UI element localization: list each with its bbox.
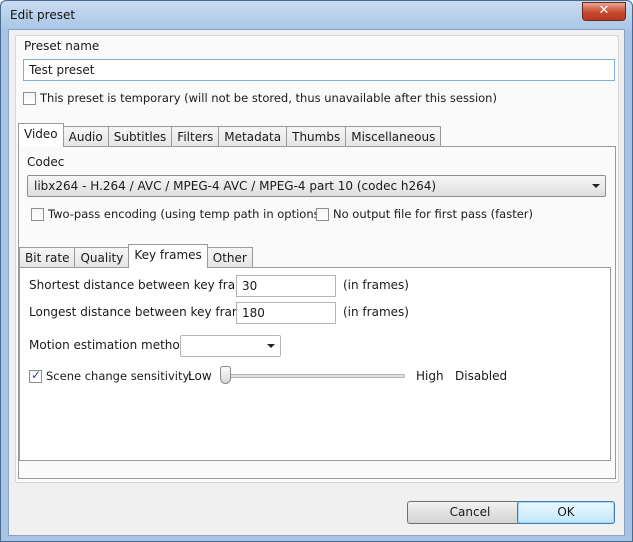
window-title: Edit preset	[10, 8, 76, 22]
preset-name-input[interactable]: Test preset	[23, 59, 615, 81]
scene-sensitivity-slider-thumb[interactable]	[220, 366, 231, 384]
cancel-button[interactable]: Cancel	[407, 501, 533, 524]
sub-tab-strip: Bit rate Quality Key frames Other	[19, 244, 253, 268]
slider-status: Disabled	[455, 369, 508, 383]
no-output-label: No output file for first pass (faster)	[333, 207, 534, 221]
preset-name-label: Preset name	[24, 39, 100, 53]
slider-low-label: Low	[188, 369, 212, 383]
longest-distance-input[interactable]: 180	[236, 302, 336, 324]
temporary-checkbox-row[interactable]: This preset is temporary (will not be st…	[23, 91, 497, 105]
chevron-down-icon	[592, 184, 600, 188]
no-output-checkbox-row[interactable]: No output file for first pass (faster)	[316, 207, 533, 221]
scene-change-checkbox-row[interactable]: Scene change sensitivity:	[29, 368, 193, 383]
tab-miscellaneous[interactable]: Miscellaneous	[345, 126, 442, 147]
tab-quality[interactable]: Quality	[74, 247, 130, 268]
preset-panel: Preset name Test preset This preset is t…	[15, 35, 619, 483]
tab-bit-rate[interactable]: Bit rate	[19, 247, 76, 268]
shortest-distance-unit: (in frames)	[343, 278, 409, 292]
tab-video[interactable]: Video	[18, 123, 64, 147]
scene-change-label: Scene change sensitivity:	[46, 369, 193, 383]
dialog-client-area: Preset name Test preset This preset is t…	[8, 29, 625, 536]
tab-other[interactable]: Other	[206, 247, 253, 268]
longest-distance-label: Longest distance between key frames:	[29, 305, 262, 319]
tab-metadata[interactable]: Metadata	[218, 126, 288, 147]
two-pass-checkbox-row[interactable]: Two-pass encoding (using temp path in op…	[31, 207, 324, 221]
longest-distance-unit: (in frames)	[343, 305, 409, 319]
close-button[interactable]: ✕	[582, 2, 626, 21]
codec-label: Codec	[27, 155, 65, 169]
codec-selected-value: libx264 - H.264 / AVC / MPEG-4 AVC / MPE…	[34, 179, 437, 193]
key-frames-panel: Shortest distance between key frames: 30…	[19, 267, 611, 461]
tab-key-frames[interactable]: Key frames	[128, 244, 208, 268]
tab-thumbs[interactable]: Thumbs	[286, 126, 347, 147]
temporary-label: This preset is temporary (will not be st…	[40, 91, 497, 105]
tab-audio[interactable]: Audio	[62, 126, 109, 147]
two-pass-label: Two-pass encoding (using temp path in op…	[48, 207, 325, 221]
ok-button[interactable]: OK	[517, 501, 615, 524]
tab-filters[interactable]: Filters	[171, 126, 220, 147]
codec-select[interactable]: libx264 - H.264 / AVC / MPEG-4 AVC / MPE…	[27, 175, 606, 197]
dialog-window: Edit preset ✕ Preset name Test preset Th…	[0, 0, 633, 542]
close-icon: ✕	[598, 3, 610, 18]
shortest-distance-label: Shortest distance between key frames:	[29, 278, 265, 292]
motion-estimation-select[interactable]	[180, 335, 281, 357]
chevron-down-icon	[267, 344, 275, 348]
video-tab-panel: Codec libx264 - H.264 / AVC / MPEG-4 AVC…	[18, 146, 616, 479]
title-bar[interactable]: Edit preset ✕	[1, 1, 632, 29]
shortest-distance-input[interactable]: 30	[236, 275, 336, 297]
temporary-checkbox[interactable]	[23, 91, 36, 105]
two-pass-checkbox[interactable]	[31, 207, 44, 221]
scene-sensitivity-track[interactable]	[225, 374, 405, 378]
motion-estimation-label: Motion estimation method:	[29, 338, 192, 352]
tab-subtitles[interactable]: Subtitles	[107, 126, 173, 147]
main-tab-strip: Video Audio Subtitles Filters Metadata T…	[18, 123, 442, 147]
slider-high-label: High	[416, 369, 444, 383]
no-output-checkbox[interactable]	[316, 207, 329, 221]
scene-change-checkbox[interactable]	[29, 368, 42, 383]
